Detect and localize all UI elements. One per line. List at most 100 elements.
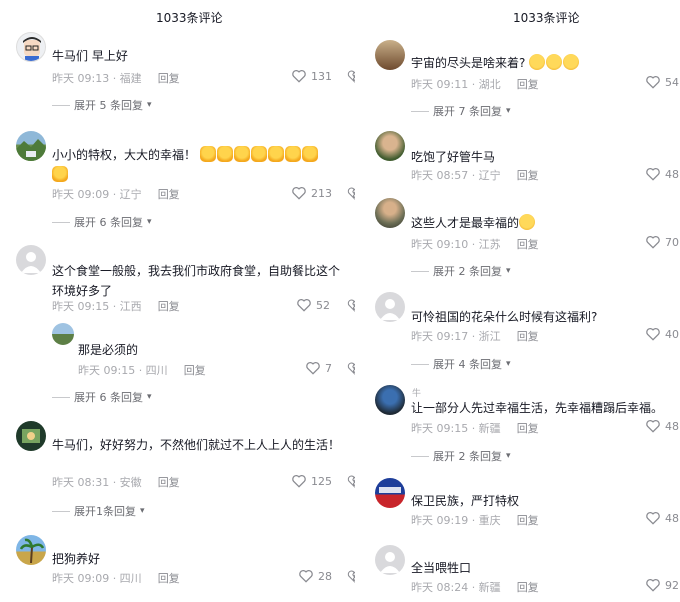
like-button[interactable]: 40 (645, 327, 679, 341)
expand-replies-button[interactable]: 展开1条回复 ▾ (52, 503, 145, 519)
avatar[interactable] (16, 421, 46, 451)
like-count: 131 (311, 69, 332, 83)
comment-text: 宇宙的尽头是啥来着? (411, 53, 580, 73)
chevron-down-icon: ▾ (147, 217, 152, 227)
heart-outline-icon (292, 186, 306, 200)
comment-meta: 昨天 09:15 · 新疆 回复 (411, 422, 539, 435)
comment-count-title: 1033条评论 (156, 11, 223, 25)
heart-outline-icon (646, 578, 660, 592)
like-button[interactable]: 48 (645, 511, 679, 525)
heart-outline-icon (646, 167, 660, 181)
like-button[interactable]: 213 (291, 186, 332, 200)
laughing-emoji (519, 214, 536, 230)
reply-button[interactable]: 回复 (158, 300, 180, 313)
comment-text: 小小的特权，大大的幸福！ (52, 145, 352, 185)
comment-meta: 昨天 09:10 · 江苏 回复 (411, 238, 539, 251)
comment-text: 保卫民族，严打特权 (411, 494, 520, 508)
comment-text: 可怜祖国的花朵什么时候有这福利? (411, 310, 598, 324)
avatar[interactable] (375, 385, 405, 415)
chevron-down-icon: ▾ (147, 392, 152, 402)
avatar[interactable] (375, 131, 405, 161)
reply-button[interactable]: 回复 (517, 581, 539, 594)
heart-outline-icon (292, 474, 306, 488)
like-button[interactable]: 48 (645, 167, 679, 181)
comment-meta: 昨天 08:31 · 安徽 回复 (52, 476, 180, 489)
avatar[interactable] (375, 40, 405, 70)
avatar[interactable] (375, 292, 405, 322)
like-button[interactable]: 48 (645, 419, 679, 433)
like-button[interactable]: 28 (298, 569, 332, 583)
reply-button[interactable]: 回复 (517, 422, 539, 435)
expand-replies-button[interactable]: 展开 6 条回复 ▾ (52, 214, 152, 230)
like-button[interactable]: 54 (645, 75, 679, 89)
avatar[interactable] (375, 545, 405, 575)
expand-replies-button[interactable]: 展开 7 条回复 ▾ (411, 103, 511, 119)
like-button[interactable]: 52 (296, 298, 330, 312)
avatar[interactable] (16, 245, 46, 275)
default-user-icon (380, 299, 400, 320)
chevron-down-icon: ▾ (506, 266, 511, 276)
comment-meta: 昨天 09:19 · 重庆 回复 (411, 514, 539, 527)
expand-replies-button[interactable]: 展开 2 条回复 ▾ (411, 448, 511, 464)
reply-button[interactable]: 回复 (158, 72, 180, 85)
heart-outline-icon (299, 569, 313, 583)
like-button[interactable]: 7 (305, 361, 332, 375)
comment-text: 把狗养好 (52, 552, 101, 566)
reply-button[interactable]: 回复 (158, 572, 180, 585)
heart-outline-icon (646, 511, 660, 525)
reply-button[interactable]: 回复 (517, 78, 539, 91)
comment-text: 全当喂牲口 (411, 561, 472, 575)
reply-button[interactable]: 回复 (517, 169, 539, 182)
comment-meta: 昨天 09:15 · 四川 回复 (78, 364, 206, 377)
chevron-down-icon: ▾ (506, 359, 511, 369)
expand-replies-button[interactable]: 展开 2 条回复 ▾ (411, 263, 511, 279)
heart-outline-icon (292, 69, 306, 83)
comment-meta: 昨天 08:57 · 辽宁 回复 (411, 169, 539, 182)
comment-text: 牛马们 早上好 (52, 49, 128, 63)
avatar[interactable] (375, 478, 405, 508)
comments-panel-right: 1033条评论 宇宙的尽头是啥来着? 昨天 09:11 · 湖北 回复 54 展开… (355, 0, 680, 602)
banner-avatar-icon (379, 487, 401, 493)
default-user-icon (21, 252, 41, 273)
comment-text: 这些人才是最幸福的 (411, 213, 536, 233)
heart-outline-icon (306, 361, 320, 375)
reply-button[interactable]: 回复 (158, 188, 180, 201)
reply-button[interactable]: 回复 (517, 514, 539, 527)
face-emoji-row (529, 54, 580, 70)
avatar[interactable] (16, 535, 46, 565)
comment-count-title: 1033条评论 (513, 11, 580, 25)
comment-meta: 昨天 09:17 · 浙江 回复 (411, 330, 539, 343)
avatar[interactable] (375, 198, 405, 228)
comment-text: 让一部分人先过幸福生活，先幸福糟蹋后幸福。 (411, 401, 664, 415)
comment-meta: 昨天 09:13 · 福建 回复 (52, 70, 180, 86)
heart-outline-icon (646, 75, 660, 89)
like-button[interactable]: 70 (645, 235, 679, 249)
chevron-down-icon: ▾ (506, 106, 511, 116)
like-button[interactable]: 131 (291, 69, 332, 83)
reply-text: 那是必须的 (78, 343, 139, 357)
chevron-down-icon: ▾ (140, 506, 145, 516)
comment-meta: 昨天 09:09 · 辽宁 回复 (52, 188, 180, 201)
reply-button[interactable]: 回复 (184, 364, 206, 377)
avatar[interactable] (16, 32, 46, 62)
comment-meta: 昨天 09:15 · 江西 回复 (52, 300, 180, 313)
heart-outline-icon (297, 298, 311, 312)
landscape-avatar-icon (16, 139, 46, 161)
cartoon-avatar-icon (23, 37, 41, 61)
reply-button[interactable]: 回复 (158, 476, 180, 489)
expand-replies-button[interactable]: 展开 6 条回复 ▾ (52, 389, 152, 405)
avatar[interactable] (16, 131, 46, 161)
avatar[interactable] (52, 323, 74, 345)
expand-replies-button[interactable]: 展开 5 条回复 ▾ (52, 97, 152, 113)
reply-button[interactable]: 回复 (517, 330, 539, 343)
expand-replies-button[interactable]: 展开 4 条回复 ▾ (411, 356, 511, 372)
reply-button[interactable]: 回复 (517, 238, 539, 251)
comment-meta: 昨天 09:09 · 四川 回复 (52, 572, 180, 585)
comment-text: 牛马们，好好努力，不然他们就过不上人上人的生活！ (52, 438, 341, 452)
heart-outline-icon (646, 419, 660, 433)
like-button[interactable]: 92 (645, 578, 679, 592)
default-user-icon (380, 552, 400, 573)
like-button[interactable]: 125 (291, 474, 332, 488)
comments-panel-left: 1033条评论 牛马们 早上好 昨天 09:13 · 福建 回复 131 展开 5… (0, 0, 360, 602)
chevron-down-icon: ▾ (147, 100, 152, 110)
